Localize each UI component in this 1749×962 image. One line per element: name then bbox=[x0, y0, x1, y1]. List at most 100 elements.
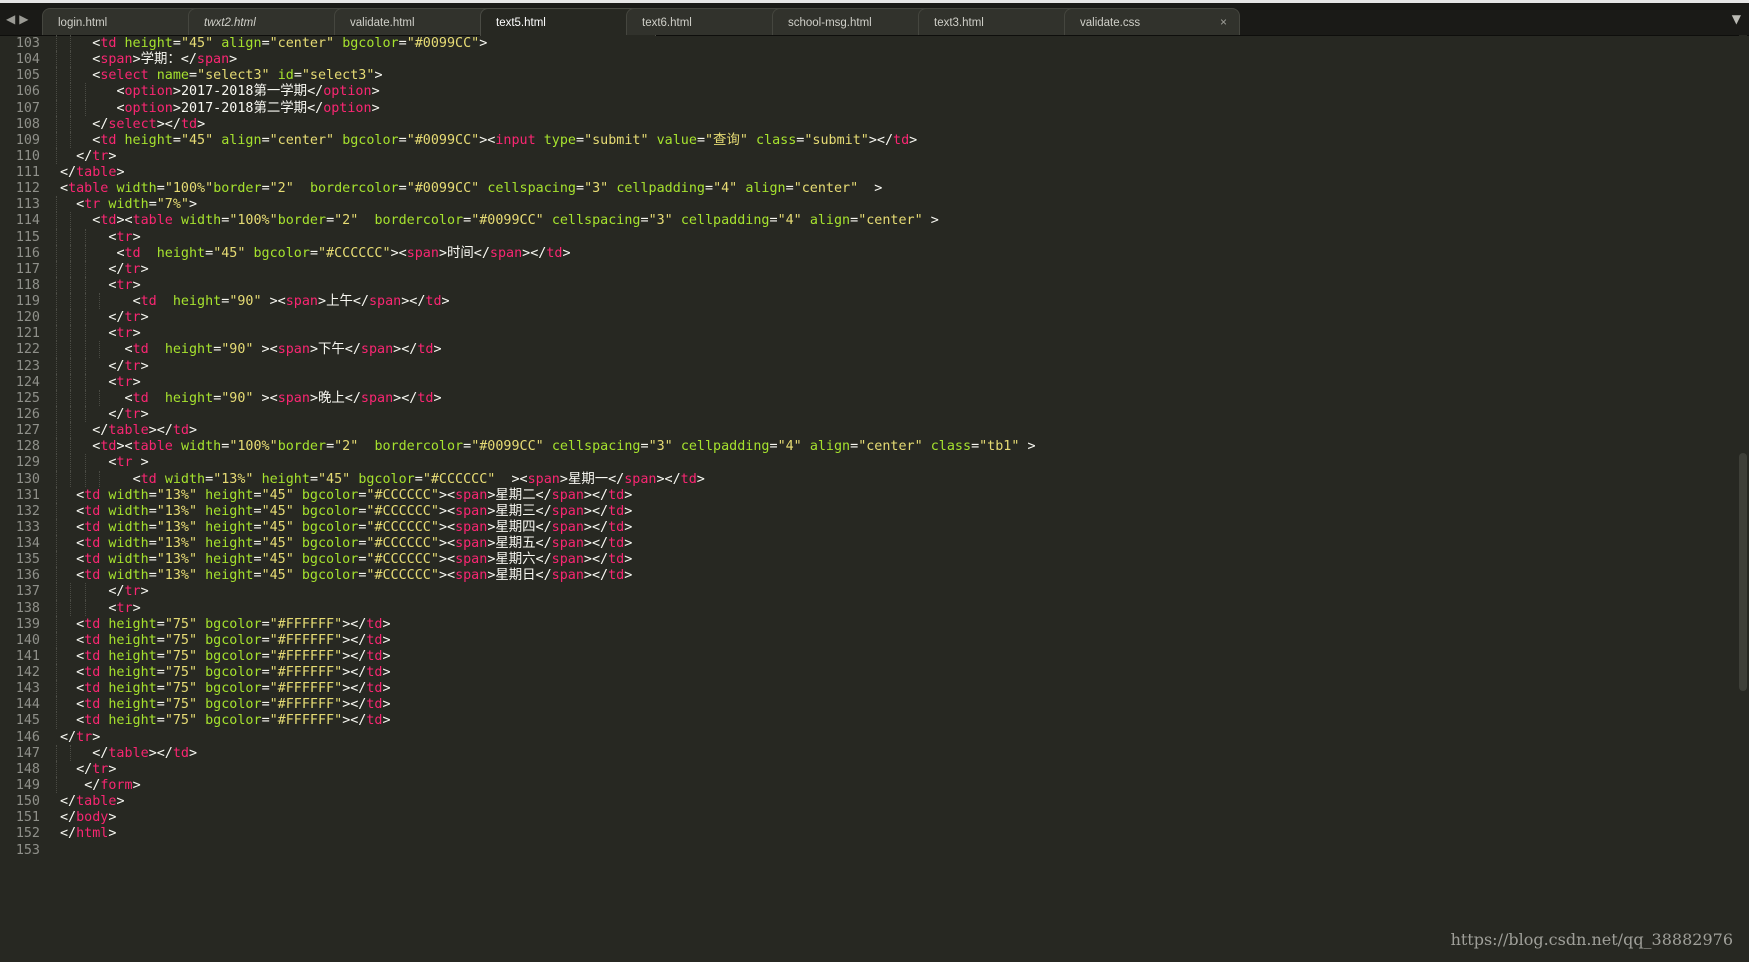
code-token: "45" bbox=[180, 36, 214, 51]
code-token: >< bbox=[390, 245, 407, 261]
code-token: > bbox=[132, 229, 141, 245]
code-token: > bbox=[624, 503, 633, 519]
code-token: 学期： bbox=[140, 52, 181, 68]
code-token: = bbox=[261, 681, 270, 697]
code-token: 星期四 bbox=[495, 519, 536, 535]
code-token: tr bbox=[116, 277, 133, 293]
code-token: td bbox=[172, 745, 189, 761]
code-token: ></ bbox=[342, 713, 367, 729]
code-token: = bbox=[309, 245, 318, 261]
code-token: td bbox=[366, 648, 383, 664]
code-token: td bbox=[366, 697, 383, 713]
vertical-scrollbar[interactable] bbox=[1739, 35, 1747, 962]
code-token: 晚上 bbox=[318, 390, 345, 406]
code-token: >< bbox=[438, 487, 456, 503]
code-token: height bbox=[124, 132, 173, 148]
code-token: "3" bbox=[584, 181, 609, 197]
nav-forward-icon[interactable]: ▶ bbox=[19, 12, 32, 26]
code-token: = bbox=[576, 132, 585, 148]
nav-back-icon[interactable]: ◀ bbox=[6, 12, 19, 26]
code-token: </ bbox=[108, 406, 125, 422]
code-token: td bbox=[140, 294, 157, 310]
code-token: = bbox=[261, 713, 270, 729]
scrollbar-thumb[interactable] bbox=[1739, 453, 1747, 691]
code-token: > bbox=[438, 245, 447, 261]
code-token: 星期三 bbox=[495, 503, 536, 519]
code-token: "3" bbox=[648, 439, 673, 455]
code-token: option bbox=[323, 100, 372, 116]
code-token: >< bbox=[438, 503, 456, 519]
code-token: ></ bbox=[522, 245, 547, 261]
code-token: "90" bbox=[221, 390, 254, 406]
code-token: height bbox=[164, 390, 214, 406]
code-token: "2" bbox=[269, 181, 294, 197]
code-token: width bbox=[108, 568, 149, 584]
code-token: width bbox=[116, 181, 157, 197]
code-token: width bbox=[108, 552, 149, 568]
code-token: span bbox=[360, 342, 394, 358]
code-token: option bbox=[124, 84, 173, 100]
code-token: < bbox=[76, 519, 85, 535]
code-token: > bbox=[382, 665, 391, 681]
watermark: https://blog.csdn.net/qq_38882976 bbox=[1450, 930, 1733, 949]
code-token: ></ bbox=[342, 681, 367, 697]
code-token: td bbox=[132, 342, 149, 358]
code-token: 下午 bbox=[318, 342, 345, 358]
code-token: = bbox=[261, 132, 270, 148]
code-token: < bbox=[76, 503, 85, 519]
code-token: id bbox=[277, 68, 294, 84]
code-token: < bbox=[116, 100, 125, 116]
code-token: bgcolor bbox=[205, 665, 262, 681]
code-token: > bbox=[441, 294, 450, 310]
code-token: bgcolor bbox=[205, 697, 262, 713]
code-token: "75" bbox=[164, 713, 198, 729]
tab-dropdown-icon[interactable]: ▼ bbox=[1732, 12, 1741, 26]
code-token: height bbox=[108, 648, 157, 664]
code-token: height bbox=[108, 616, 157, 632]
code-token: "100%" bbox=[229, 213, 278, 229]
code-token: "tb1" bbox=[979, 439, 1020, 455]
code-token: span bbox=[196, 52, 230, 68]
tab-label: text3.html bbox=[934, 17, 984, 29]
code-token: = bbox=[253, 503, 262, 519]
tab-nav-arrows: ◀▶ bbox=[6, 12, 32, 26]
code-token: span bbox=[455, 536, 488, 552]
code-token: "45" bbox=[318, 471, 351, 487]
tab-7[interactable]: validate.css × bbox=[1064, 8, 1240, 35]
code-token: "select3" bbox=[301, 68, 375, 84]
code-token: = bbox=[326, 439, 335, 455]
code-token: = bbox=[696, 132, 705, 148]
code-token: ></ bbox=[148, 423, 173, 439]
close-icon[interactable]: × bbox=[1220, 15, 1227, 29]
code-token: ></ bbox=[393, 342, 418, 358]
code-token: option bbox=[124, 100, 173, 116]
code-token: td bbox=[84, 568, 101, 584]
code-token: = bbox=[253, 519, 262, 535]
code-token: = bbox=[156, 181, 165, 197]
code-token: < bbox=[76, 568, 85, 584]
code-editor[interactable]: 103 <td height="45" align="center" bgcol… bbox=[0, 35, 1740, 962]
code-token: tr bbox=[116, 326, 133, 342]
code-token: td bbox=[84, 681, 101, 697]
